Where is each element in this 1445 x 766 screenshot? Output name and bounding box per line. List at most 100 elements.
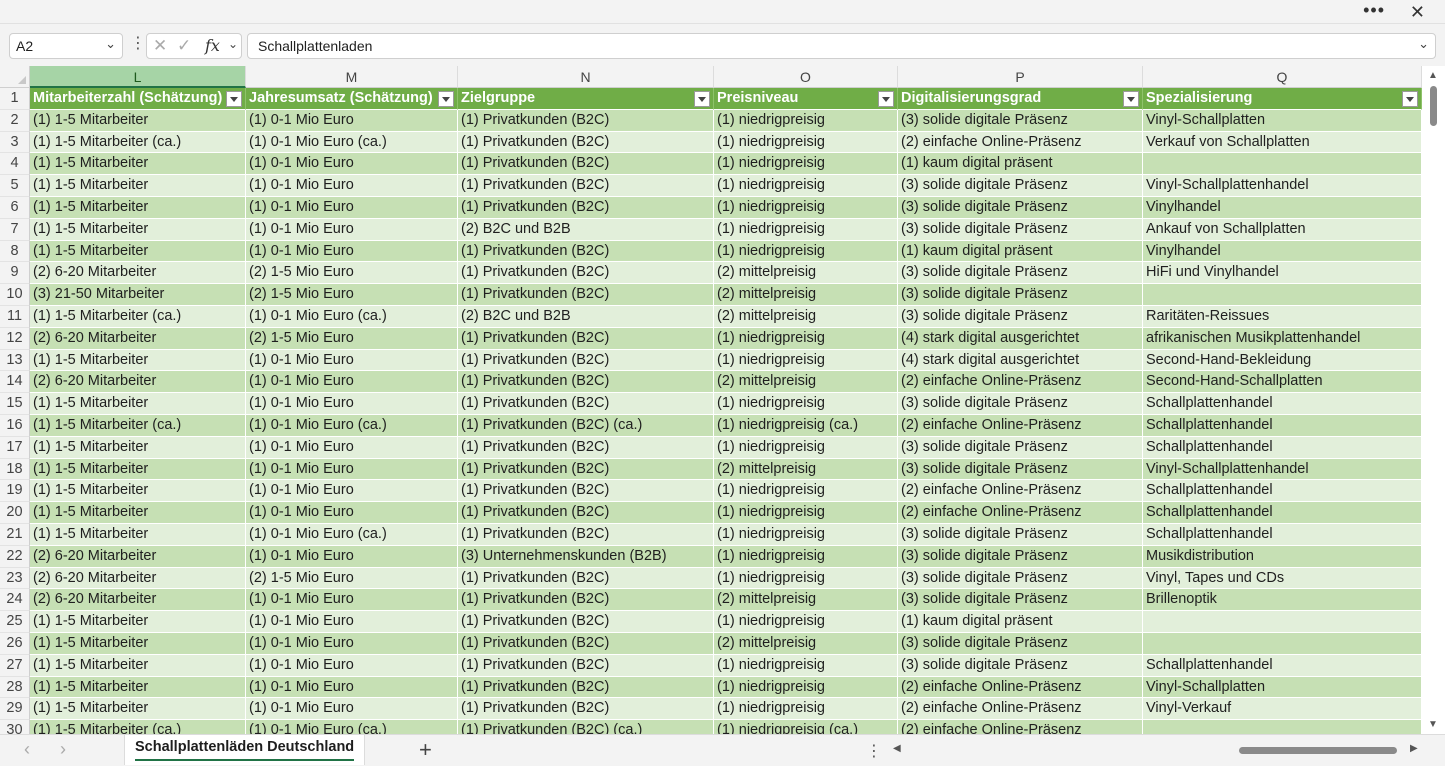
table-cell[interactable]: (3) solide digitale Präsenz xyxy=(898,306,1143,328)
table-cell[interactable]: (2) 6-20 Mitarbeiter xyxy=(30,327,246,350)
filter-dropdown-icon[interactable] xyxy=(878,91,894,107)
table-cell[interactable]: Schallplattenhandel xyxy=(1143,524,1422,546)
table-cell[interactable]: (2) mittelpreisig xyxy=(714,262,898,285)
table-cell[interactable] xyxy=(1143,611,1422,633)
row-header[interactable]: 20 xyxy=(0,502,30,524)
chevron-down-icon[interactable]: ⌄ xyxy=(228,37,238,51)
table-cell[interactable]: (3) solide digitale Präsenz xyxy=(898,175,1143,197)
row-header[interactable]: 27 xyxy=(0,654,30,677)
table-cell[interactable]: (3) solide digitale Präsenz xyxy=(898,589,1143,612)
table-header-cell[interactable]: Zielgruppe xyxy=(458,88,714,110)
table-cell[interactable]: (1) 0-1 Mio Euro xyxy=(246,480,458,503)
table-cell[interactable]: (1) 0-1 Mio Euro xyxy=(246,175,458,197)
column-header-m[interactable]: M xyxy=(246,66,458,88)
table-cell[interactable]: (1) 0-1 Mio Euro xyxy=(246,240,458,263)
table-cell[interactable]: (1) Privatkunden (B2C) (ca.) xyxy=(458,720,714,734)
table-header-cell[interactable]: Spezialisierung xyxy=(1143,88,1422,110)
table-cell[interactable]: (1) Privatkunden (B2C) xyxy=(458,436,714,459)
table-cell[interactable]: (1) 0-1 Mio Euro (ca.) xyxy=(246,524,458,546)
scroll-up-icon[interactable]: ▲ xyxy=(1428,70,1438,81)
table-cell[interactable]: (3) solide digitale Präsenz xyxy=(898,109,1143,132)
table-cell[interactable]: (1) 0-1 Mio Euro xyxy=(246,545,458,568)
table-cell[interactable]: (1) 0-1 Mio Euro xyxy=(246,349,458,372)
table-cell[interactable]: (2) mittelpreisig xyxy=(714,458,898,481)
column-header-l[interactable]: L xyxy=(30,66,246,88)
table-cell[interactable]: (1) Privatkunden (B2C) xyxy=(458,327,714,350)
table-cell[interactable]: (1) niedrigpreisig xyxy=(714,545,898,568)
table-cell[interactable]: Schallplattenhandel xyxy=(1143,436,1422,459)
table-cell[interactable]: (3) solide digitale Präsenz xyxy=(898,262,1143,285)
table-cell[interactable]: Second-Hand-Bekleidung xyxy=(1143,349,1422,372)
table-cell[interactable]: (1) niedrigpreisig xyxy=(714,480,898,503)
table-cell[interactable]: (4) stark digital ausgerichtet xyxy=(898,349,1143,372)
add-sheet-button[interactable]: + xyxy=(419,737,432,763)
row-header[interactable]: 5 xyxy=(0,175,30,197)
table-cell[interactable]: (1) 0-1 Mio Euro xyxy=(246,633,458,655)
row-header[interactable]: 4 xyxy=(0,153,30,176)
table-cell[interactable]: (1) 1-5 Mitarbeiter xyxy=(30,698,246,721)
table-cell[interactable]: (1) 0-1 Mio Euro xyxy=(246,676,458,699)
table-cell[interactable]: (1) Privatkunden (B2C) xyxy=(458,611,714,633)
table-cell[interactable]: (2) mittelpreisig xyxy=(714,589,898,612)
table-cell[interactable]: (1) 0-1 Mio Euro (ca.) xyxy=(246,720,458,734)
table-cell[interactable]: (2) einfache Online-Präsenz xyxy=(898,676,1143,699)
table-cell[interactable]: (2) B2C und B2B xyxy=(458,306,714,328)
table-cell[interactable]: (1) Privatkunden (B2C) xyxy=(458,654,714,677)
table-cell[interactable]: (1) Privatkunden (B2C) xyxy=(458,633,714,655)
table-cell[interactable]: (2) einfache Online-Präsenz xyxy=(898,415,1143,437)
table-cell[interactable]: (1) 0-1 Mio Euro (ca.) xyxy=(246,306,458,328)
filter-dropdown-icon[interactable] xyxy=(694,91,710,107)
row-header[interactable]: 7 xyxy=(0,218,30,241)
table-cell[interactable]: Vinyl-Schallplattenhandel xyxy=(1143,458,1422,481)
table-cell[interactable]: (2) mittelpreisig xyxy=(714,284,898,306)
table-cell[interactable]: (1) Privatkunden (B2C) xyxy=(458,371,714,394)
table-cell[interactable]: (1) niedrigpreisig xyxy=(714,349,898,372)
table-cell[interactable]: (1) niedrigpreisig (ca.) xyxy=(714,720,898,734)
table-cell[interactable]: (1) 1-5 Mitarbeiter xyxy=(30,436,246,459)
table-cell[interactable]: (1) 0-1 Mio Euro xyxy=(246,698,458,721)
table-cell[interactable]: (1) 1-5 Mitarbeiter xyxy=(30,524,246,546)
table-cell[interactable]: Schallplattenhandel xyxy=(1143,480,1422,503)
table-cell[interactable]: (3) solide digitale Präsenz xyxy=(898,524,1143,546)
table-cell[interactable]: (1) 1-5 Mitarbeiter xyxy=(30,654,246,677)
scroll-right-icon[interactable]: ▶ xyxy=(1410,743,1418,754)
table-cell[interactable]: (1) niedrigpreisig xyxy=(714,218,898,241)
table-cell[interactable]: (3) solide digitale Präsenz xyxy=(898,458,1143,481)
table-cell[interactable]: (1) niedrigpreisig xyxy=(714,502,898,524)
table-cell[interactable]: (1) 1-5 Mitarbeiter xyxy=(30,502,246,524)
table-cell[interactable]: (2) einfache Online-Präsenz xyxy=(898,371,1143,394)
table-cell[interactable]: (1) niedrigpreisig xyxy=(714,436,898,459)
row-header[interactable]: 18 xyxy=(0,458,30,481)
row-header[interactable]: 2 xyxy=(0,109,30,132)
filter-dropdown-icon[interactable] xyxy=(1123,91,1139,107)
table-cell[interactable]: (1) 0-1 Mio Euro (ca.) xyxy=(246,415,458,437)
table-cell[interactable]: (1) niedrigpreisig xyxy=(714,175,898,197)
table-cell[interactable]: (1) niedrigpreisig xyxy=(714,698,898,721)
row-header[interactable]: 29 xyxy=(0,698,30,721)
table-cell[interactable]: Vinyl, Tapes und CDs xyxy=(1143,567,1422,590)
table-cell[interactable]: (1) Privatkunden (B2C) xyxy=(458,240,714,263)
name-box[interactable]: A2 ⌄ xyxy=(9,33,123,59)
formula-input[interactable]: Schallplattenladen ⌄ xyxy=(247,33,1436,59)
table-cell[interactable]: (3) Unternehmenskunden (B2B) xyxy=(458,545,714,568)
table-cell[interactable]: (3) solide digitale Präsenz xyxy=(898,545,1143,568)
table-cell[interactable]: (2) einfache Online-Präsenz xyxy=(898,698,1143,721)
enter-icon[interactable]: ✓ xyxy=(177,36,191,56)
table-cell[interactable]: Schallplattenhandel xyxy=(1143,654,1422,677)
table-cell[interactable]: HiFi und Vinylhandel xyxy=(1143,262,1422,285)
vertical-dots-icon[interactable]: ⋮ xyxy=(866,741,882,761)
table-cell[interactable] xyxy=(1143,720,1422,734)
table-cell[interactable]: (1) niedrigpreisig xyxy=(714,611,898,633)
row-header[interactable]: 22 xyxy=(0,545,30,568)
column-header-p[interactable]: P xyxy=(898,66,1143,88)
table-cell[interactable]: (1) 0-1 Mio Euro xyxy=(246,218,458,241)
table-cell[interactable]: (1) 1-5 Mitarbeiter xyxy=(30,349,246,372)
table-header-cell[interactable]: Preisniveau xyxy=(714,88,898,110)
table-cell[interactable]: (1) 0-1 Mio Euro xyxy=(246,436,458,459)
table-cell[interactable]: (1) 1-5 Mitarbeiter xyxy=(30,676,246,699)
table-cell[interactable]: (1) kaum digital präsent xyxy=(898,240,1143,263)
horizontal-scroll-thumb[interactable] xyxy=(1239,747,1397,754)
table-cell[interactable]: (2) 6-20 Mitarbeiter xyxy=(30,371,246,394)
table-cell[interactable]: (1) 1-5 Mitarbeiter (ca.) xyxy=(30,415,246,437)
table-cell[interactable]: Schallplattenhandel xyxy=(1143,502,1422,524)
